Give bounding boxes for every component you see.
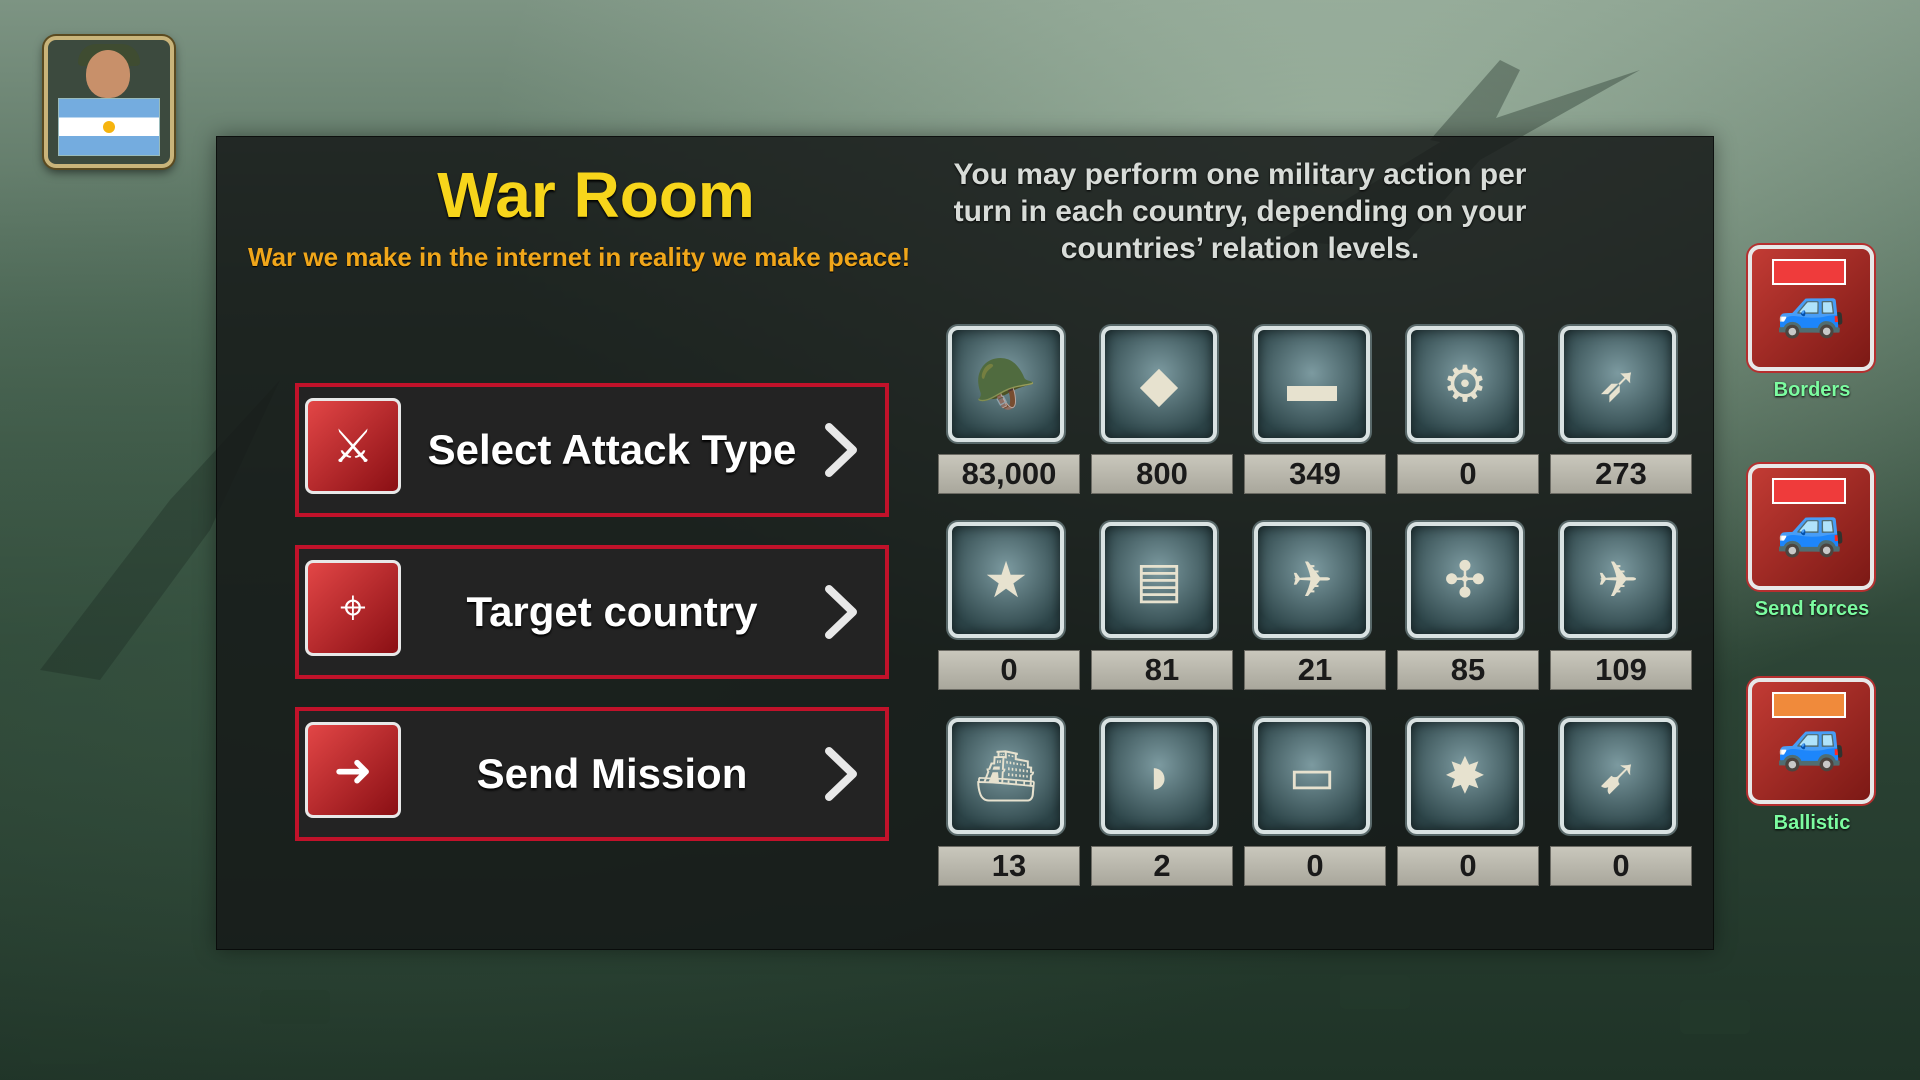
- send-forces-label: Send forces: [1754, 598, 1870, 620]
- borders-label: Borders: [1773, 379, 1851, 401]
- send-forces-button[interactable]: 🚙 Send forces: [1748, 464, 1876, 621]
- background-tank: [1340, 975, 1410, 1009]
- unit-count: 0: [1244, 846, 1386, 886]
- artillery-icon[interactable]: ➶: [1560, 326, 1676, 442]
- background-tank: [260, 990, 330, 1024]
- infantry-soldier-icon[interactable]: 🪖: [948, 326, 1064, 442]
- info-text: You may perform one military action per …: [953, 158, 1527, 265]
- target-country-label: Target country: [466, 588, 758, 635]
- ballistic-button[interactable]: 🚙 Ballistic: [1748, 678, 1876, 835]
- unit-warship: ⛴ 13: [938, 718, 1082, 888]
- send-mission-icon: ➜: [305, 722, 401, 818]
- unit-count: 800: [1091, 454, 1233, 494]
- unit-missiles: ➹ 0: [1550, 718, 1694, 888]
- unit-drone: ✈ 21: [1244, 522, 1388, 692]
- unit-general: ★ 0: [938, 522, 1082, 692]
- unit-ballistic-missile: ✸ 0: [1397, 718, 1541, 888]
- select-attack-type-label: Select Attack Type: [427, 426, 797, 473]
- unit-count: 83,000: [938, 454, 1080, 494]
- ballistic-icon[interactable]: 🚙: [1748, 678, 1874, 804]
- aircraft-carrier-icon[interactable]: ▭: [1254, 718, 1370, 834]
- player-avatar[interactable]: [44, 36, 174, 168]
- argentina-flag-icon: [58, 98, 160, 156]
- missiles-icon[interactable]: ➹: [1560, 718, 1676, 834]
- target-country-button[interactable]: ⌖ Target country: [295, 545, 889, 679]
- background-tank: [1680, 1000, 1750, 1034]
- attack-type-icon: ⚔: [305, 398, 401, 494]
- sun-of-may-icon: [103, 121, 115, 133]
- background-tank: [30, 1030, 100, 1064]
- page-title: War Room: [437, 159, 755, 231]
- unit-count: 2: [1091, 846, 1233, 886]
- arrow-icon: [1772, 478, 1846, 504]
- unit-infantry: 🪖 83,000: [938, 326, 1082, 496]
- missile-launcher-truck-icon[interactable]: ▤: [1101, 522, 1217, 638]
- general-portrait-icon: [86, 50, 130, 98]
- ballistic-label: Ballistic: [1773, 812, 1851, 834]
- chevron-right-icon: [825, 747, 857, 801]
- unit-artillery: ➶ 273: [1550, 326, 1694, 496]
- unit-count: 349: [1244, 454, 1386, 494]
- chevron-right-icon: [825, 585, 857, 639]
- unit-count: 109: [1550, 650, 1692, 690]
- drone-icon[interactable]: ✈: [1254, 522, 1370, 638]
- unit-count: 21: [1244, 650, 1386, 690]
- unit-count: 13: [938, 846, 1080, 886]
- unit-count: 85: [1397, 650, 1539, 690]
- unit-tank: ▬ 349: [1244, 326, 1388, 496]
- ballistic-missile-launcher-icon[interactable]: ✸: [1407, 718, 1523, 834]
- submarine-icon[interactable]: ◗: [1101, 718, 1217, 834]
- page-subtitle: War we make in the internet in reality w…: [248, 242, 911, 272]
- send-mission-label: Send Mission: [476, 750, 748, 797]
- send-forces-icon[interactable]: 🚙: [1748, 464, 1874, 590]
- armored-vehicle-icon[interactable]: ◆: [1101, 326, 1217, 442]
- send-mission-button[interactable]: ➜ Send Mission: [295, 707, 889, 841]
- chevron-right-icon: [825, 423, 857, 477]
- unit-submarine: ◗ 2: [1091, 718, 1235, 888]
- arrow-icon: [1772, 692, 1846, 718]
- arrow-icon: [1772, 259, 1846, 285]
- unit-aircraft-carrier: ▭ 0: [1244, 718, 1388, 888]
- select-attack-type-button[interactable]: ⚔ Select Attack Type: [295, 383, 889, 517]
- unit-count: 0: [938, 650, 1080, 690]
- robot-tank-icon[interactable]: ⚙: [1407, 326, 1523, 442]
- target-map-icon: ⌖: [305, 560, 401, 656]
- unit-fighter-jet: ✈ 109: [1550, 522, 1694, 692]
- attack-helicopter-icon[interactable]: ✣: [1407, 522, 1523, 638]
- unit-count: 0: [1397, 846, 1539, 886]
- unit-count: 81: [1091, 650, 1233, 690]
- unit-robot-tank: ⚙ 0: [1397, 326, 1541, 496]
- warship-icon[interactable]: ⛴: [948, 718, 1064, 834]
- tank-icon[interactable]: ▬: [1254, 326, 1370, 442]
- borders-icon[interactable]: 🚙: [1748, 245, 1874, 371]
- unit-count: 0: [1397, 454, 1539, 494]
- general-officer-icon[interactable]: ★: [948, 522, 1064, 638]
- unit-armored-vehicle: ◆ 800: [1091, 326, 1235, 496]
- unit-count: 273: [1550, 454, 1692, 494]
- fighter-jet-icon[interactable]: ✈: [1560, 522, 1676, 638]
- borders-button[interactable]: 🚙 Borders: [1748, 245, 1876, 402]
- unit-helicopter: ✣ 85: [1397, 522, 1541, 692]
- unit-missile-launcher-truck: ▤ 81: [1091, 522, 1235, 692]
- unit-count: 0: [1550, 846, 1692, 886]
